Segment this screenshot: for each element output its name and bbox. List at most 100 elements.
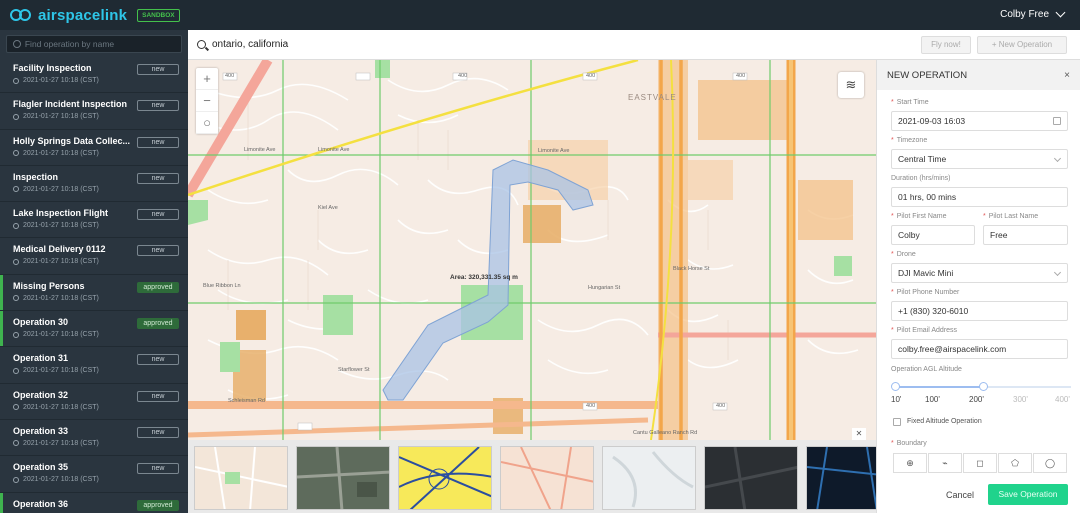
operation-list-item[interactable]: Operation 35 2021-01-27 10:18 (CST) new — [0, 456, 188, 493]
boundary-polygon-button[interactable]: ⬠ — [998, 453, 1032, 473]
altitude-tick: 300' — [1013, 395, 1028, 404]
altitude-slider[interactable] — [891, 382, 1071, 391]
pilot-last-name-label: Pilot Last Name — [988, 213, 1039, 220]
status-badge: new — [137, 209, 179, 221]
start-time-label: Start Time — [896, 99, 929, 106]
altitude-min-handle[interactable] — [891, 382, 900, 391]
status-badge: new — [137, 354, 179, 366]
altitude-tick: 200' — [969, 395, 984, 404]
user-name: Colby Free — [1000, 9, 1049, 20]
operation-name: Operation 31 — [13, 353, 69, 364]
layers-button[interactable]: ≋ — [838, 72, 864, 98]
fixed-altitude-checkbox[interactable] — [893, 418, 901, 426]
fixed-altitude-label: Fixed Altitude Operation — [907, 418, 982, 425]
operation-list-item[interactable]: Missing Persons 2021-01-27 10:18 (CST) app… — [0, 274, 188, 312]
recenter-button[interactable]: ○ — [196, 112, 218, 134]
district-label: EASTVALE — [628, 93, 677, 102]
close-icon[interactable]: ✕ — [852, 428, 866, 440]
pilot-first-name-field[interactable]: Colby — [891, 225, 975, 245]
operation-date: 2021-01-27 10:18 (CST) — [23, 294, 99, 302]
route-shield-label: 400 — [225, 73, 235, 79]
basemap-light-streets-thumb[interactable] — [500, 446, 594, 510]
duration-field[interactable]: 01 hrs, 00 mins — [891, 187, 1068, 207]
operation-list-item[interactable]: Medical Delivery 0112 2021-01-27 10:18 (C… — [0, 238, 188, 275]
operation-name: Operation 33 — [13, 425, 69, 436]
operation-date: 2021-01-27 10:18 (CST) — [23, 113, 99, 121]
new-operation-panel: NEW OPERATION × * Start Time 2021-09-03 1… — [876, 60, 1080, 513]
operation-name: Operation 36 — [13, 498, 69, 509]
status-badge: new — [137, 100, 179, 112]
logo[interactable]: airspacelink — [10, 7, 127, 24]
panel-header: NEW OPERATION × — [877, 60, 1080, 90]
boundary-point-button[interactable]: ⊕ — [893, 453, 927, 473]
location-search-input[interactable] — [212, 39, 812, 50]
operation-date: 2021-01-27 10:18 (CST) — [23, 367, 99, 375]
operation-date: 2021-01-27 10:18 (CST) — [23, 222, 99, 230]
cancel-button[interactable]: Cancel — [940, 485, 980, 505]
clock-icon — [13, 367, 19, 374]
start-time-field[interactable]: 2021-09-03 16:03 — [891, 111, 1068, 131]
new-operation-button[interactable]: + New Operation — [977, 36, 1067, 54]
map-canvas — [188, 60, 876, 440]
basemap-dark-gray-thumb[interactable] — [704, 446, 798, 510]
layers-icon: ≋ — [845, 77, 857, 92]
operation-list-item[interactable]: Operation 30 2021-01-27 10:18 (CST) approv… — [0, 311, 188, 348]
circle-icon: ◯ — [1044, 458, 1056, 468]
operation-list-item[interactable]: Operation 32 2021-01-27 10:18 (CST) new — [0, 384, 188, 420]
user-menu[interactable]: Colby Free — [1000, 7, 1066, 20]
basemap-switcher: ✕ — [188, 428, 900, 513]
operation-name: Lake Inspection Flight — [13, 208, 109, 219]
altitude-tick: 400' — [1055, 395, 1070, 404]
clock-icon — [13, 77, 19, 84]
altitude-slider-fill — [895, 386, 983, 388]
fly-now-button[interactable]: Fly now! — [921, 36, 971, 54]
operation-list: Facility Inspection 2021-01-27 10:18 (CST… — [0, 57, 188, 513]
pilot-email-field[interactable]: colby.free@airspacelink.com — [891, 339, 1068, 359]
street-label: Limonite Ave — [244, 147, 276, 153]
operation-date: 2021-01-27 10:18 (CST) — [23, 439, 99, 447]
altitude-max-handle[interactable] — [979, 382, 988, 391]
operation-list-item[interactable]: Operation 33 2021-01-27 10:18 (CST) new — [0, 420, 188, 457]
operation-list-item[interactable]: Holly Springs Data Collec... 2021-01-27 1… — [0, 130, 188, 166]
operation-list-item[interactable]: Facility Inspection 2021-01-27 10:18 (CST… — [0, 57, 188, 94]
zoom-out-button[interactable]: − — [196, 90, 218, 112]
operation-name: Operation 32 — [13, 389, 69, 400]
basemap-light-gray-thumb[interactable] — [602, 446, 696, 510]
altitude-tick: 100' — [925, 395, 940, 404]
drone-select[interactable]: DJI Mavic Mini — [891, 263, 1068, 283]
clock-icon — [13, 404, 19, 411]
timezone-select[interactable]: Central Time — [891, 149, 1068, 169]
zoom-in-button[interactable]: + — [196, 68, 218, 90]
map-zoom-controls: + − ○ — [196, 68, 218, 134]
location-search-bar: Fly now! + New Operation — [188, 30, 1080, 60]
operation-list-item[interactable]: Inspection 2021-01-27 10:18 (CST) new — [0, 166, 188, 203]
status-badge: new — [137, 136, 179, 148]
operation-search — [6, 35, 182, 53]
street-label: Blue Ribbon Ln — [203, 283, 241, 289]
clock-icon — [13, 295, 19, 302]
area-measurement-label: Area: 320,331.35 sq m — [450, 274, 518, 281]
operation-list-item[interactable]: Flagler Incident Inspection 2021-01-27 10… — [0, 93, 188, 130]
panel-title: NEW OPERATION — [887, 69, 968, 81]
boundary-circle-button[interactable]: ◯ — [1033, 453, 1067, 473]
clock-icon — [13, 222, 19, 229]
boundary-rectangle-button[interactable]: ◻ — [963, 453, 997, 473]
basemap-imagery-thumb[interactable] — [296, 446, 390, 510]
clock-icon — [13, 150, 19, 157]
clock-icon — [13, 476, 19, 483]
boundary-label: Boundary — [896, 440, 927, 447]
operation-search-input[interactable] — [24, 39, 181, 49]
basemap-streets-thumb[interactable] — [194, 446, 288, 510]
pilot-phone-field[interactable]: +1 (830) 320-6010 — [891, 301, 1068, 321]
operation-list-item[interactable]: Operation 362021-01-27 10:18 (CST)approv… — [0, 492, 188, 513]
operation-list-item[interactable]: Lake Inspection Flight 2021-01-27 10:18 (… — [0, 202, 188, 239]
route-shield-label: 400 — [716, 403, 726, 409]
pilot-last-name-field[interactable]: Free — [983, 225, 1068, 245]
operation-list-item[interactable]: Operation 31 2021-01-27 10:18 (CST) new — [0, 347, 188, 384]
boundary-polyline-button[interactable]: ⌁ — [928, 453, 962, 473]
operation-name: Operation 35 — [13, 462, 69, 473]
close-panel-button[interactable]: × — [1064, 70, 1070, 81]
save-operation-button[interactable]: Save Operation — [988, 484, 1068, 505]
basemap-sectional-thumb[interactable] — [398, 446, 492, 510]
map-view[interactable]: EASTVALE Limonite Ave Limonite Ave Limon… — [188, 60, 876, 440]
